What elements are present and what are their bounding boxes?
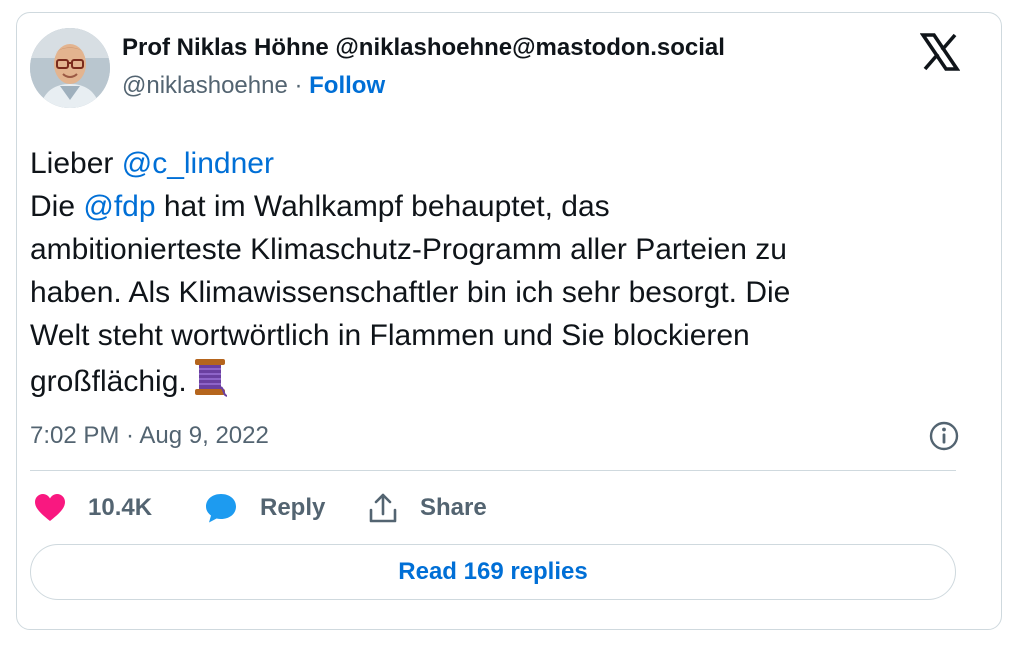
tweet-line-3: ambitionierteste Klimaschutz-Programm al… [30, 233, 787, 266]
handle-separator: · [287, 72, 310, 99]
tweet-line-5: Welt steht wortwörtlich in Flammen und S… [30, 319, 750, 352]
tweet-text: Lieber @c_lindner Die @fdp hat im Wahlka… [30, 142, 960, 403]
profile-photo [30, 28, 110, 108]
author-info: Prof Niklas Höhne @niklashoehne@mastodon… [122, 32, 725, 102]
x-logo-icon[interactable] [920, 32, 960, 72]
heart-icon [35, 494, 65, 521]
tweet-line-1: Lieber @c_lindner [30, 142, 960, 185]
author-handle[interactable]: @niklashoehne [122, 72, 288, 99]
tweet-timestamp[interactable]: 7:02 PM · Aug 9, 2022 [30, 420, 269, 452]
follow-link[interactable]: Follow [309, 72, 385, 99]
mention-c-lindner[interactable]: @c_lindner [122, 147, 274, 180]
share-label: Share [420, 494, 487, 521]
author-avatar[interactable] [30, 28, 110, 108]
reply-label: Reply [260, 494, 326, 521]
tweet-actions: 10.4K Reply Share [30, 488, 960, 528]
thread-spool-emoji [194, 359, 227, 397]
tweet-header: Prof Niklas Höhne @niklashoehne@mastodon… [30, 28, 960, 108]
share-icon [369, 493, 397, 523]
tweet-divider [30, 470, 956, 471]
tweet-meta: 7:02 PM · Aug 9, 2022 [30, 420, 960, 452]
tweet-line-4: haben. Als Klimawissenschaftler bin ich … [30, 276, 791, 309]
reply-button[interactable]: Reply [204, 488, 325, 528]
author-handle-row: @niklashoehne · Follow [122, 70, 725, 102]
tweet-line-2-prefix: Die [30, 190, 84, 223]
tweet-line-2-suffix: hat im Wahlkampf behauptet, das [155, 190, 610, 223]
tweet-line-2: Die @fdp hat im Wahlkampf behauptet, das [30, 185, 960, 228]
mention-fdp[interactable]: @fdp [83, 190, 155, 223]
author-display-name[interactable]: Prof Niklas Höhne @niklashoehne@mastodon… [122, 32, 725, 64]
tweet-greeting: Lieber [30, 147, 122, 180]
share-button[interactable]: Share [368, 488, 487, 528]
like-button[interactable]: 10.4K [34, 488, 152, 528]
tweet-line-6: großflächig. [30, 357, 960, 403]
read-replies-button[interactable]: Read 169 replies [30, 544, 956, 600]
tweet-line-6-text: großflächig. [30, 365, 187, 398]
info-icon[interactable] [928, 420, 960, 452]
reply-bubble-icon [206, 494, 236, 523]
like-count: 10.4K [88, 494, 153, 521]
